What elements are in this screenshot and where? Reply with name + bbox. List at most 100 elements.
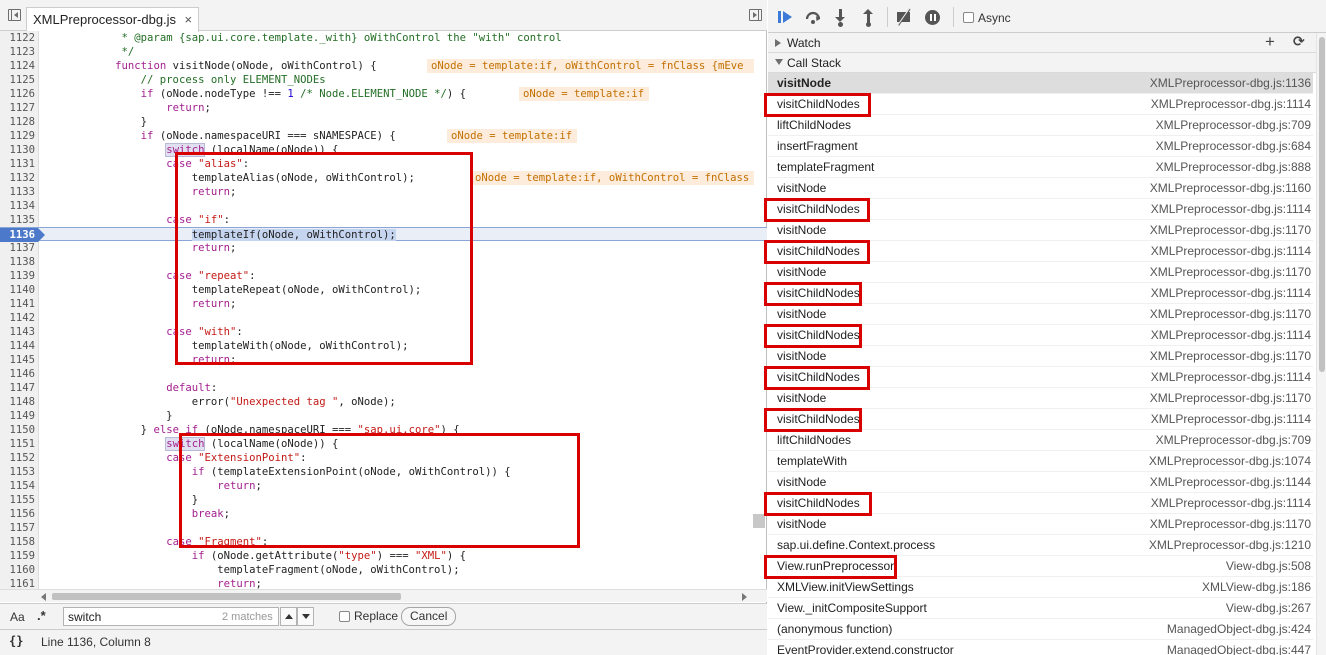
call-frame-location[interactable]: XMLPreprocessor-dbg.js:1114 (1151, 241, 1311, 262)
line-number[interactable]: 1142 (0, 311, 35, 325)
deactivate-breakpoints-icon[interactable] (896, 8, 914, 26)
code-line[interactable]: 1137 return; (0, 241, 767, 255)
code-line[interactable]: 1146 (0, 367, 767, 381)
step-out-icon[interactable] (860, 8, 878, 27)
code-line[interactable]: 1123 */ (0, 45, 767, 59)
code-line[interactable]: 1145 return; (0, 353, 767, 367)
call-frame[interactable]: visitNode XMLPreprocessor-dbg.js:1160 (768, 178, 1313, 199)
call-frame-location[interactable]: XMLPreprocessor-dbg.js:1114 (1151, 493, 1311, 514)
line-number[interactable]: 1124 (0, 59, 35, 73)
scroll-right-icon[interactable] (742, 593, 747, 601)
call-frame-location[interactable]: XMLPreprocessor-dbg.js:709 (1156, 430, 1311, 451)
code-line[interactable]: 1154 return; (0, 479, 767, 493)
call-frame-location[interactable]: XMLPreprocessor-dbg.js:1170 (1150, 220, 1311, 241)
call-frame-location[interactable]: XMLPreprocessor-dbg.js:1114 (1151, 94, 1311, 115)
sidebar-scrollbar[interactable] (1316, 33, 1326, 655)
async-checkbox[interactable] (963, 12, 974, 23)
match-case-toggle[interactable]: Aa (10, 610, 25, 624)
line-number[interactable]: 1148 (0, 395, 35, 409)
code-line[interactable]: 1133 return; (0, 185, 767, 199)
call-frame-location[interactable]: XMLPreprocessor-dbg.js:1114 (1151, 325, 1311, 346)
call-frame-location[interactable]: XMLPreprocessor-dbg.js:709 (1156, 115, 1311, 136)
call-frame-location[interactable]: XMLPreprocessor-dbg.js:888 (1156, 157, 1311, 178)
call-frame-location[interactable]: ManagedObject-dbg.js:447 (1167, 640, 1311, 655)
call-frame-location[interactable]: XMLPreprocessor-dbg.js:1074 (1149, 451, 1311, 472)
call-frame[interactable]: EventProvider.extend.constructor ManagedO… (768, 640, 1313, 655)
pause-on-exceptions-icon[interactable] (924, 8, 942, 26)
call-frame-location[interactable]: View-dbg.js:267 (1226, 598, 1311, 619)
code-line[interactable]: 1126 if (oNode.nodeType !== 1 /* Node.EL… (0, 87, 767, 101)
cancel-button[interactable]: Cancel (401, 607, 457, 626)
call-frame[interactable]: sap.ui.define.Context.process XMLPreproce… (768, 535, 1313, 556)
line-number[interactable]: 1125 (0, 73, 35, 87)
code-line[interactable]: 1151 switch (localName(oNode)) { (0, 437, 767, 451)
line-number[interactable]: 1122 (0, 31, 35, 45)
code-line[interactable]: 1135 case "if": (0, 213, 767, 227)
code-line[interactable]: 1155 } (0, 493, 767, 507)
horizontal-scrollbar-thumb[interactable] (52, 593, 401, 600)
call-frame-location[interactable]: XMLPreprocessor-dbg.js:1170 (1150, 388, 1311, 409)
line-number[interactable]: 1132 (0, 171, 35, 185)
line-number[interactable]: 1140 (0, 283, 35, 297)
call-frame[interactable]: liftChildNodes XMLPreprocessor-dbg.js:709 (768, 430, 1313, 451)
call-frame[interactable]: visitChildNodes XMLPreprocessor-dbg.js:11… (768, 94, 1313, 115)
call-frame[interactable]: liftChildNodes XMLPreprocessor-dbg.js:709 (768, 115, 1313, 136)
code-line[interactable]: 1159 if (oNode.getAttribute("type") === … (0, 549, 767, 563)
scroll-left-icon[interactable] (41, 593, 46, 601)
code-line[interactable]: 1134 (0, 199, 767, 213)
call-frame-location[interactable]: ManagedObject-dbg.js:424 (1167, 619, 1311, 640)
code-line[interactable]: 1149 } (0, 409, 767, 423)
code-line[interactable]: 1138 (0, 255, 767, 269)
line-number[interactable]: 1133 (0, 185, 35, 199)
call-frame-location[interactable]: XMLPreprocessor-dbg.js:1160 (1150, 178, 1311, 199)
line-number[interactable]: 1145 (0, 353, 35, 367)
add-watch-icon[interactable]: + (1265, 32, 1275, 52)
line-number[interactable]: 1153 (0, 465, 35, 479)
call-frame[interactable]: visitNode XMLPreprocessor-dbg.js:1170 (768, 388, 1313, 409)
line-number[interactable]: 1127 (0, 101, 35, 115)
code-line[interactable]: 1153 if (templateExtensionPoint(oNode, o… (0, 465, 767, 479)
call-frame-location[interactable]: XMLPreprocessor-dbg.js:1114 (1151, 283, 1311, 304)
call-frame[interactable]: XMLView.initViewSettings XMLView-dbg.js:1… (768, 577, 1313, 598)
line-number[interactable]: 1141 (0, 297, 35, 311)
call-frame[interactable]: visitNode XMLPreprocessor-dbg.js:1170 (768, 514, 1313, 535)
sidebar-scrollbar-thumb[interactable] (1319, 37, 1325, 372)
call-frame[interactable]: visitNode XMLPreprocessor-dbg.js:1170 (768, 262, 1313, 283)
call-frame-location[interactable]: XMLPreprocessor-dbg.js:1170 (1150, 262, 1311, 283)
call-frame[interactable]: visitChildNodes XMLPreprocessor-dbg.js:11… (768, 283, 1313, 304)
code-line[interactable]: 1158 case "Fragment": (0, 535, 767, 549)
line-number[interactable]: 1160 (0, 563, 35, 577)
line-number[interactable]: 1150 (0, 423, 35, 437)
call-frame[interactable]: visitNode XMLPreprocessor-dbg.js:1170 (768, 220, 1313, 241)
call-frame[interactable]: visitChildNodes XMLPreprocessor-dbg.js:11… (768, 199, 1313, 220)
code-editor[interactable]: 1122 * @param {sap.ui.core.template._wit… (0, 31, 767, 590)
line-number[interactable]: 1134 (0, 199, 35, 213)
code-line[interactable]: 1129 if (oNode.namespaceURI === sNAMESPA… (0, 129, 767, 143)
search-prev-button[interactable] (280, 607, 297, 626)
code-line[interactable]: 1131 case "alias": (0, 157, 767, 171)
refresh-icon[interactable]: ⟳ (1293, 33, 1305, 50)
line-number[interactable]: 1131 (0, 157, 35, 171)
call-frame[interactable]: visitNode XMLPreprocessor-dbg.js:1136 (768, 73, 1313, 94)
line-number[interactable]: 1149 (0, 409, 35, 423)
line-number[interactable]: 1138 (0, 255, 35, 269)
line-number[interactable]: 1146 (0, 367, 35, 381)
code-line[interactable]: 1157 (0, 521, 767, 535)
line-number[interactable]: 1147 (0, 381, 35, 395)
call-frame-location[interactable]: XMLPreprocessor-dbg.js:1136 (1150, 73, 1311, 94)
watch-pane-header[interactable]: Watch + ⟳ (768, 32, 1326, 53)
regex-toggle[interactable]: .* (37, 608, 46, 623)
call-frame[interactable]: visitNode XMLPreprocessor-dbg.js:1170 (768, 304, 1313, 325)
call-frame-location[interactable]: XMLPreprocessor-dbg.js:1114 (1151, 367, 1311, 388)
line-number[interactable]: 1154 (0, 479, 35, 493)
replace-checkbox[interactable] (339, 611, 350, 622)
code-line[interactable]: 1160 templateFragment(oNode, oWithContro… (0, 563, 767, 577)
line-number[interactable]: 1128 (0, 115, 35, 129)
call-frame[interactable]: visitChildNodes XMLPreprocessor-dbg.js:11… (768, 325, 1313, 346)
call-stack-pane-header[interactable]: Call Stack (768, 53, 1326, 73)
line-number[interactable]: 1157 (0, 521, 35, 535)
line-number[interactable]: 1144 (0, 339, 35, 353)
toggle-debugger-icon[interactable] (749, 9, 762, 21)
vertical-scrollbar-thumb[interactable] (753, 514, 765, 528)
line-number[interactable]: 1126 (0, 87, 35, 101)
